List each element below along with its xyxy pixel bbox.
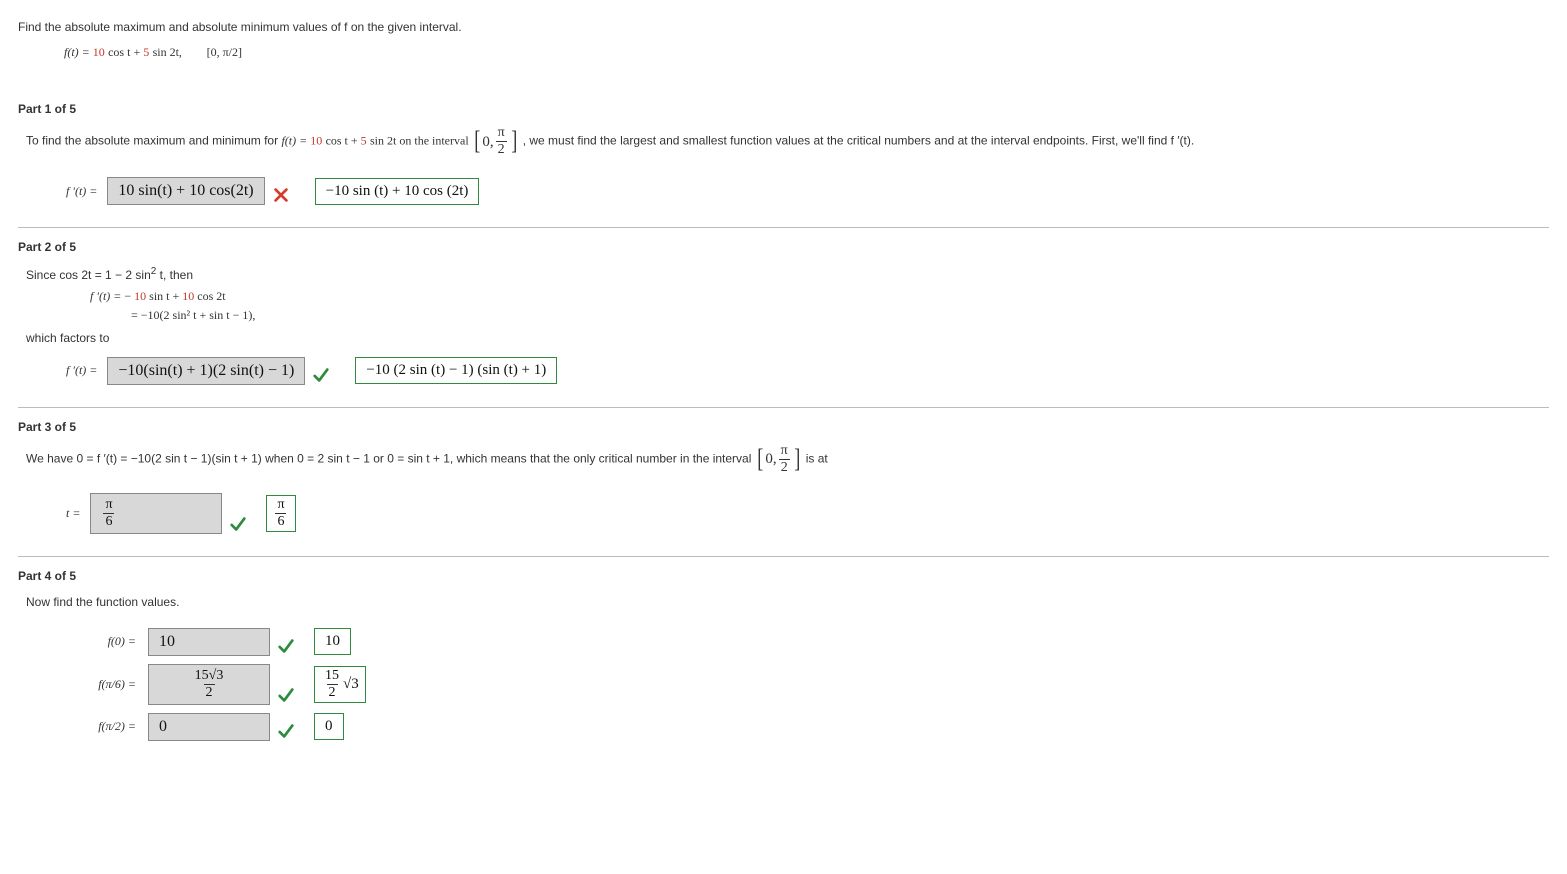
coeff-b: 5	[143, 45, 149, 59]
part-4: Part 4 of 5 Now find the function values…	[18, 557, 1549, 763]
problem-prompt: Find the absolute maximum and absolute m…	[18, 18, 1549, 37]
coeff-a: 10	[93, 45, 105, 59]
check-icon	[276, 685, 296, 705]
p4-student-1[interactable]: 15√3 2	[148, 664, 270, 705]
p4-correct-1-den: 2	[327, 684, 338, 700]
p3-interval: [ 0, π 2 ]	[755, 444, 803, 475]
p3-student-den: 6	[103, 513, 114, 529]
p2-lead: f ′(t) =	[66, 363, 97, 378]
check-icon	[276, 636, 296, 656]
p1-student-answer[interactable]: 10 sin(t) + 10 cos(2t)	[107, 177, 264, 205]
p1-answer-row: f ′(t) = 10 sin(t) + 10 cos(2t) −10 sin …	[66, 177, 1549, 205]
p2-eq1-c: cos 2t	[197, 289, 225, 303]
part-1: Part 1 of 5 To find the absolute maximum…	[18, 90, 1549, 228]
mid1: cos t +	[108, 45, 143, 59]
p4-row-1: f(π/6) = 15√3 2 15 2 √3	[66, 664, 1549, 705]
p1-interval-den: 2	[496, 141, 507, 157]
p1-fn-prefix: f(t) =	[281, 134, 310, 148]
p3-answer-row: t = π 6 π 6	[66, 493, 1549, 534]
p3-correct-den: 6	[275, 513, 286, 529]
p4-correct-0: 10	[314, 628, 351, 655]
p4-student-1-den: 2	[204, 684, 215, 700]
p2-eq1-lead: f ′(t) =	[90, 289, 124, 303]
p3-text: We have 0 = f ′(t) = −10(2 sin t − 1)(si…	[18, 444, 1549, 475]
p2-student-answer[interactable]: −10(sin(t) + 1)(2 sin(t) − 1)	[107, 357, 305, 385]
p3-correct-answer: π 6	[266, 495, 295, 532]
p2-answer-row: f ′(t) = −10(sin(t) + 1)(2 sin(t) − 1) −…	[66, 357, 1549, 385]
p1-text-b: , we must find the largest and smallest …	[523, 134, 1195, 148]
cross-icon	[271, 185, 291, 205]
interval: [0, π/2]	[207, 45, 242, 59]
p2-eq1-coef2: 10	[182, 289, 194, 303]
p4-label-2: f(π/2) =	[66, 719, 136, 734]
p4-label-0: f(0) =	[66, 634, 136, 649]
check-icon	[228, 514, 248, 534]
p3-text-a: We have 0 = f ′(t) = −10(2 sin t − 1)(si…	[26, 451, 755, 465]
p2-line2: which factors to	[18, 329, 1549, 348]
part-1-text: To find the absolute maximum and minimum…	[18, 126, 1549, 157]
p2-eq1-coef: 10	[134, 289, 146, 303]
p4-label-1: f(π/6) =	[66, 677, 136, 692]
part-3-title: Part 3 of 5	[18, 420, 1549, 434]
p3-interval-den: 2	[779, 459, 790, 475]
p2-eq2: = −10(2 sin² t + sin t − 1),	[18, 308, 1549, 323]
p4-correct-1-suffix: √3	[343, 676, 359, 693]
p4-student-2[interactable]: 0	[148, 713, 270, 741]
p2-eq2-lead: =	[131, 308, 141, 322]
part-2: Part 2 of 5 Since cos 2t = 1 − 2 sin2 t,…	[18, 228, 1549, 407]
p1-interval: [ 0, π 2 ]	[472, 126, 520, 157]
p3-interval-open: 0,	[765, 447, 776, 471]
part-2-title: Part 2 of 5	[18, 240, 1549, 254]
p4-row-2: f(π/2) = 0 0	[66, 713, 1549, 741]
mid2: sin 2t,	[153, 45, 182, 59]
fn-prefix: f(t) =	[64, 45, 93, 59]
p2-line1: Since cos 2t = 1 − 2 sin2 t, then	[18, 264, 1549, 285]
p3-text-b: is at	[806, 451, 828, 465]
p2-eq1-a: −	[124, 289, 131, 303]
p4-intro: Now find the function values.	[18, 593, 1549, 612]
part-3: Part 3 of 5 We have 0 = f ′(t) = −10(2 s…	[18, 408, 1549, 557]
p1-interval-num: π	[496, 126, 507, 141]
p3-student-num: π	[103, 498, 114, 513]
p1-correct-answer: −10 sin (t) + 10 cos (2t)	[315, 178, 480, 205]
p3-student-answer[interactable]: π 6	[90, 493, 222, 534]
p3-interval-num: π	[779, 444, 790, 459]
problem-definition: f(t) = 10 cos t + 5 sin 2t, [0, π/2]	[18, 45, 1549, 60]
p2-eq1: f ′(t) = − 10 sin t + 10 cos 2t	[18, 289, 1549, 304]
part-4-title: Part 4 of 5	[18, 569, 1549, 583]
p1-coeff-b: 5	[361, 134, 367, 148]
p4-correct-2: 0	[314, 713, 344, 740]
p1-interval-open: 0,	[482, 130, 493, 154]
p3-lead: t =	[66, 506, 80, 521]
p1-lead: f ′(t) =	[66, 184, 97, 199]
p4-row-0: f(0) = 10 10	[66, 628, 1549, 656]
check-icon	[276, 721, 296, 741]
p1-coeff-a: 10	[310, 134, 322, 148]
check-icon	[311, 365, 331, 385]
p2-eq2-body: −10(2 sin² t + sin t − 1),	[141, 308, 256, 322]
p2-line1b: t, then	[156, 268, 193, 282]
p2-eq1-b: sin t +	[149, 289, 182, 303]
p4-correct-1: 15 2 √3	[314, 666, 366, 703]
p4-student-0[interactable]: 10	[148, 628, 270, 656]
p1-text-a: To find the absolute maximum and minimum…	[26, 134, 281, 148]
problem-statement: Find the absolute maximum and absolute m…	[18, 18, 1549, 60]
p4-student-1-num: 15√3	[193, 669, 226, 684]
part-1-title: Part 1 of 5	[18, 102, 1549, 116]
p1-mid2: sin 2t on the interval	[370, 134, 472, 148]
p2-correct-answer: −10 (2 sin (t) − 1) (sin (t) + 1)	[355, 357, 557, 384]
p3-correct-num: π	[275, 498, 286, 513]
p1-mid1: cos t +	[326, 134, 361, 148]
p4-correct-1-num: 15	[323, 669, 341, 684]
p2-line1a: Since cos 2t = 1 − 2 sin	[26, 268, 151, 282]
